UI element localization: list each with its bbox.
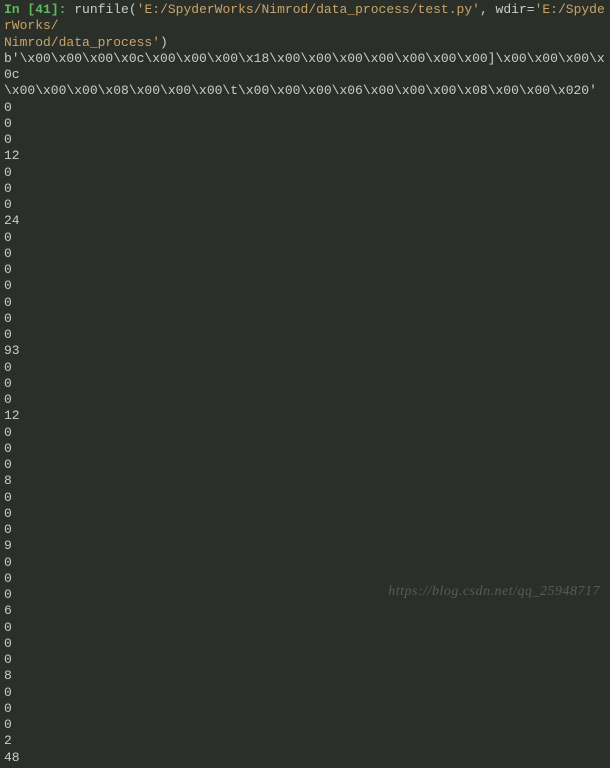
output-number-line: 0 [4,376,606,392]
output-number-line: 0 [4,490,606,506]
bytes-output-line1: b'\x00\x00\x00\x0c\x00\x00\x00\x18\x00\x… [4,51,605,82]
code-arg1-string: 'E:/SpyderWorks/Nimrod/data_process/test… [137,2,480,17]
output-number-line: 0 [4,246,606,262]
output-number-line: 0 [4,197,606,213]
prompt-bracket-close: ]: [51,2,67,17]
output-number-line: 0 [4,181,606,197]
code-close-paren: ) [160,35,168,50]
output-number-line: 2 [4,733,606,749]
output-number-line: 0 [4,100,606,116]
bytes-output-line2: \x00\x00\x00\x08\x00\x00\x00\t\x00\x00\x… [4,83,597,98]
output-number-line: 0 [4,457,606,473]
code-comma: , [480,2,496,17]
output-number-line: 0 [4,392,606,408]
prompt-in: In [4,2,27,17]
output-number-line: 0 [4,262,606,278]
output-number-line: 0 [4,116,606,132]
output-number-line: 0 [4,295,606,311]
output-number-line: 48 [4,750,606,766]
output-number-line: 0 [4,230,606,246]
watermark-text: https://blog.csdn.net/qq_25948717 [388,583,600,601]
numeric-output-container: 0001200024000000093000120008000900060008… [4,100,606,766]
code-kwarg: wdir= [496,2,535,17]
console-output: In [41]: runfile('E:/SpyderWorks/Nimrod/… [0,0,610,768]
output-number-line: 12 [4,148,606,164]
output-number-line: 8 [4,668,606,684]
output-number-line: 0 [4,636,606,652]
output-number-line: 0 [4,425,606,441]
output-number-line: 0 [4,652,606,668]
output-number-line: 0 [4,327,606,343]
output-number-line: 0 [4,441,606,457]
output-number-line: 6 [4,603,606,619]
output-number-line: 12 [4,408,606,424]
output-number-line: 0 [4,717,606,733]
code-open-paren: ( [129,2,137,17]
output-number-line: 0 [4,278,606,294]
output-number-line: 93 [4,343,606,359]
output-number-line: 0 [4,360,606,376]
code-arg2-string-part2: Nimrod/data_process' [4,35,160,50]
output-number-line: 0 [4,555,606,571]
output-number-line: 0 [4,522,606,538]
output-number-line: 0 [4,685,606,701]
output-number-line: 0 [4,620,606,636]
code-function: runfile [74,2,129,17]
prompt-number: 41 [35,2,51,17]
output-number-line: 0 [4,701,606,717]
output-number-line: 0 [4,506,606,522]
output-number-line: 8 [4,473,606,489]
output-number-line: 0 [4,311,606,327]
output-number-line: 9 [4,538,606,554]
output-number-line: 0 [4,165,606,181]
output-number-line: 0 [4,132,606,148]
output-number-line: 24 [4,213,606,229]
